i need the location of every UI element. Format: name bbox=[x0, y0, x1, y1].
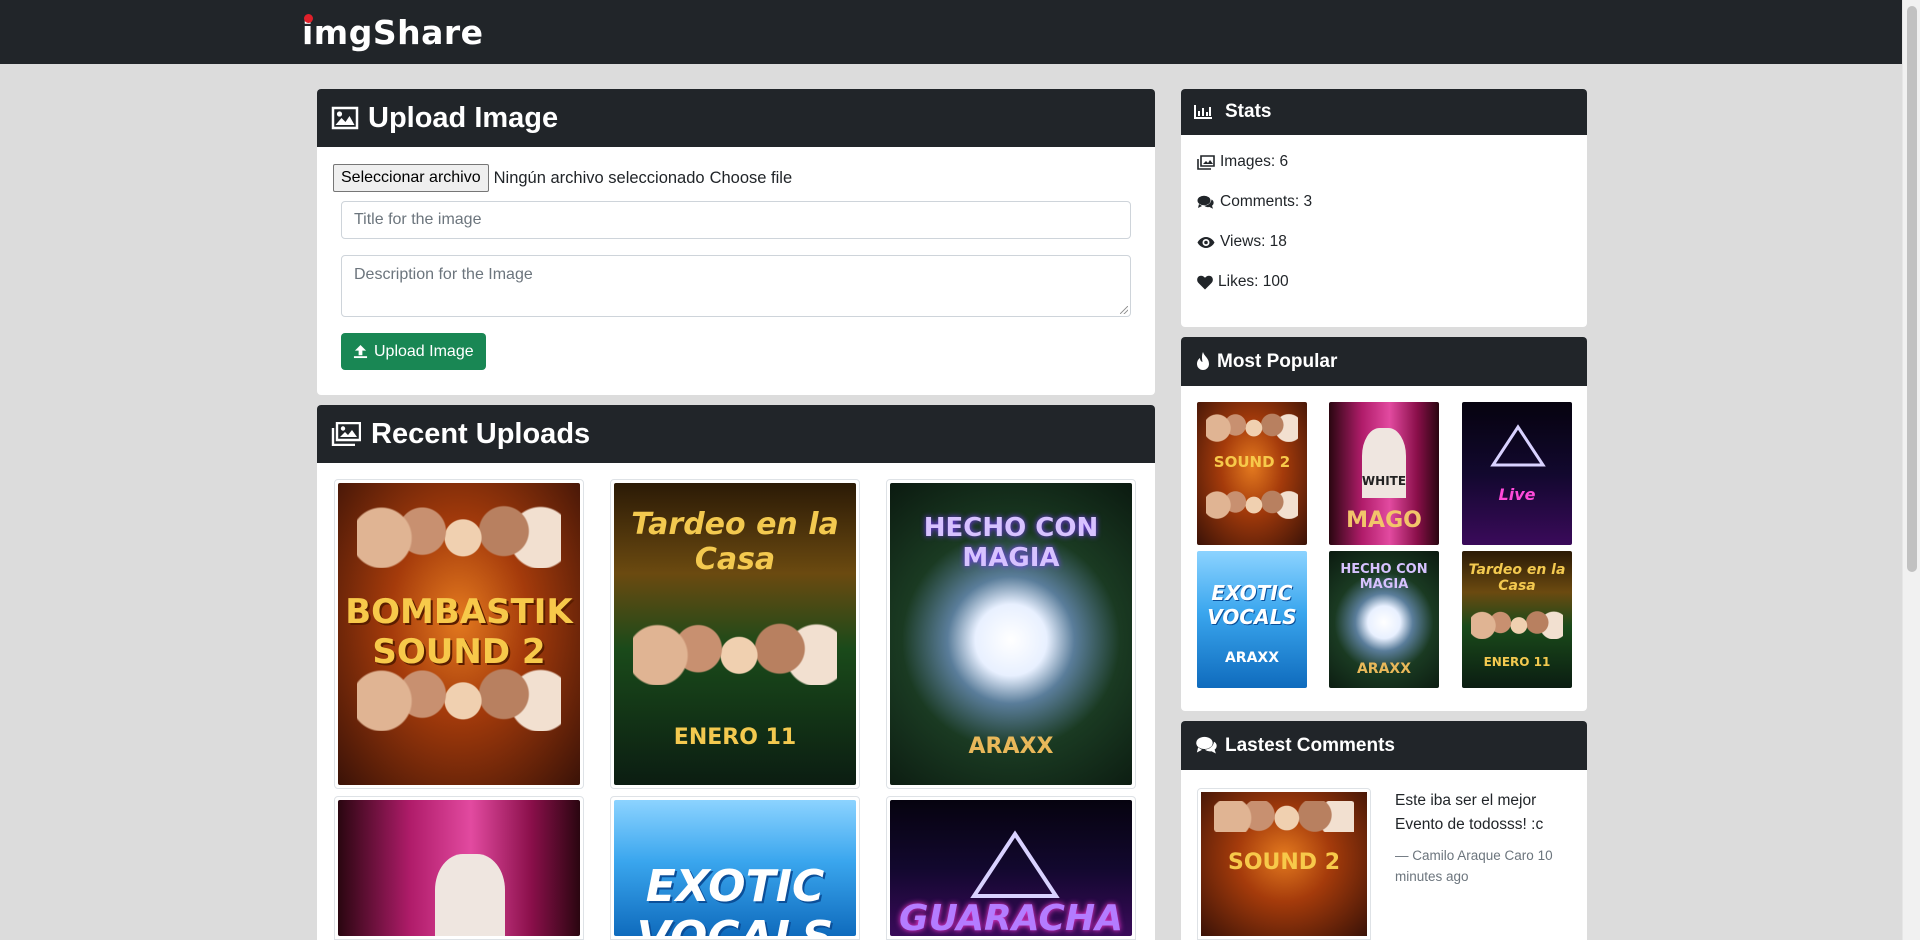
latest-comments-header: Lastest Comments bbox=[1181, 721, 1587, 770]
poster-white-mago bbox=[338, 800, 580, 936]
scrollbar-thumb[interactable] bbox=[1907, 6, 1917, 572]
popular-image-3[interactable]: Live bbox=[1462, 402, 1572, 545]
comment-author[interactable]: — Camilo Araque Caro bbox=[1395, 848, 1534, 863]
stat-likes-label: Likes: 100 bbox=[1218, 273, 1289, 290]
title-placeholder: Title for the image bbox=[354, 211, 482, 228]
most-popular-card: Most Popular SOUND 2 WHITE MAGO Live EXO… bbox=[1181, 337, 1587, 711]
comment-text: Este iba ser el mejor Evento de todosss!… bbox=[1395, 792, 1544, 833]
eye-icon bbox=[1197, 236, 1215, 248]
fire-icon bbox=[1197, 351, 1209, 370]
poster-title: Tardeo en la Casa bbox=[631, 507, 839, 578]
recent-uploads-title: Recent Uploads bbox=[371, 417, 591, 450]
latest-comments-title: Lastest Comments bbox=[1225, 734, 1395, 756]
stat-images: Images: 6 bbox=[1197, 153, 1288, 171]
upload-card: Upload Image Seleccionar archivo Ningún … bbox=[317, 89, 1155, 395]
poster-faces bbox=[1214, 800, 1354, 833]
recent-image-3[interactable]: HECHO CON MAGIA ARAXX bbox=[886, 479, 1136, 789]
upload-button-label: Upload Image bbox=[374, 342, 474, 360]
file-status: Ningún archivo seleccionado bbox=[493, 168, 705, 187]
popular-image-6[interactable]: Tardeo en la Casa ENERO 11 bbox=[1462, 551, 1572, 688]
image-icon bbox=[331, 106, 359, 130]
poster-hecho-con-magia: HECHO CON MAGIA ARAXX bbox=[890, 483, 1132, 785]
poster-bombastik: SOUND 2 bbox=[1201, 792, 1367, 936]
recent-image-1[interactable]: BOMBASTIK SOUND 2 bbox=[334, 479, 584, 789]
comments-icon bbox=[1197, 195, 1214, 209]
poster-figure bbox=[434, 854, 505, 936]
poster-faces bbox=[633, 618, 837, 686]
recent-image-2[interactable]: Tardeo en la Casa ENERO 11 bbox=[610, 479, 860, 789]
poster-bombastik: BOMBASTIK SOUND 2 bbox=[338, 483, 580, 785]
upload-title: Upload Image bbox=[368, 101, 559, 134]
poster-faces bbox=[1205, 410, 1299, 443]
stats-header: Stats bbox=[1181, 89, 1587, 135]
poster-title: EXOTIC VOCALS bbox=[637, 861, 834, 936]
recent-image-5[interactable]: EXOTIC VOCALS bbox=[610, 796, 860, 940]
poster-guaracha: GUARACHA bbox=[890, 800, 1132, 936]
most-popular-title: Most Popular bbox=[1217, 350, 1338, 372]
upload-image-button[interactable]: Upload Image bbox=[341, 333, 486, 370]
stat-views-label: Views: 18 bbox=[1220, 233, 1287, 250]
recent-image-4[interactable] bbox=[334, 796, 584, 940]
images-icon bbox=[1197, 154, 1215, 170]
page-scrollbar[interactable] bbox=[1902, 0, 1920, 940]
chart-bar-icon bbox=[1194, 105, 1212, 119]
poster-faces bbox=[1205, 487, 1299, 520]
stats-title: Stats bbox=[1225, 101, 1272, 122]
title-input[interactable]: Title for the image bbox=[341, 201, 1131, 239]
poster-faces bbox=[1470, 608, 1564, 639]
popular-image-4[interactable]: EXOTIC VOCALS ARAXX bbox=[1197, 551, 1307, 688]
triangle-logo bbox=[1490, 424, 1546, 467]
choose-file-button[interactable]: Seleccionar archivo bbox=[333, 164, 489, 192]
file-label: Choose file bbox=[709, 168, 793, 187]
stat-images-label: Images: 6 bbox=[1220, 153, 1289, 170]
comment-image[interactable]: SOUND 2 bbox=[1197, 788, 1371, 940]
poster-faces bbox=[357, 501, 561, 568]
logo-dot bbox=[304, 14, 313, 23]
brand-text: imgShare bbox=[302, 12, 484, 52]
triangle-logo bbox=[970, 830, 1060, 898]
comment-meta: — Camilo Araque Caro 10 minutes ago bbox=[1395, 845, 1575, 887]
recent-uploads-header: Recent Uploads bbox=[317, 405, 1155, 463]
stat-views: Views: 18 bbox=[1197, 233, 1287, 251]
poster-exotic-vocals: EXOTIC VOCALS bbox=[614, 800, 856, 936]
popular-image-5[interactable]: HECHO CON MAGIA ARAXX bbox=[1329, 551, 1439, 688]
navbar: imgShare bbox=[0, 0, 1902, 64]
file-input[interactable]: Seleccionar archivo Ningún archivo selec… bbox=[333, 164, 792, 192]
upload-icon bbox=[353, 344, 368, 359]
heart-icon bbox=[1197, 275, 1213, 289]
brand-logo[interactable]: imgShare bbox=[302, 10, 484, 54]
stat-likes: Likes: 100 bbox=[1197, 273, 1289, 291]
stat-comments-label: Comments: 3 bbox=[1220, 193, 1313, 210]
upload-card-header: Upload Image bbox=[317, 89, 1155, 147]
stat-comments: Comments: 3 bbox=[1197, 193, 1312, 211]
poster-title: BOMBASTIK SOUND 2 bbox=[345, 591, 573, 672]
popular-image-1[interactable]: SOUND 2 bbox=[1197, 402, 1307, 545]
poster-title: GUARACHA bbox=[899, 897, 1123, 936]
recent-image-6[interactable]: GUARACHA bbox=[886, 796, 1136, 940]
popular-image-2[interactable]: WHITE MAGO bbox=[1329, 402, 1439, 545]
poster-title: HECHO CON MAGIA bbox=[923, 513, 1099, 574]
latest-comments-card: Lastest Comments SOUND 2 Este iba ser el… bbox=[1181, 721, 1587, 940]
poster-faces bbox=[357, 664, 561, 731]
comments-icon bbox=[1196, 736, 1217, 754]
poster-tardeo: Tardeo en la Casa ENERO 11 bbox=[614, 483, 856, 785]
most-popular-header: Most Popular bbox=[1181, 337, 1587, 386]
description-placeholder: Description for the Image bbox=[354, 266, 533, 283]
resize-handle[interactable] bbox=[1120, 306, 1128, 314]
images-icon bbox=[331, 422, 361, 446]
description-textarea[interactable]: Description for the Image bbox=[341, 255, 1131, 317]
recent-uploads-card: Recent Uploads BOMBASTIK SOUND 2 Tardeo … bbox=[317, 405, 1155, 940]
stats-card: Stats Images: 6 Comments: 3 Views: 18 Li… bbox=[1181, 89, 1587, 327]
